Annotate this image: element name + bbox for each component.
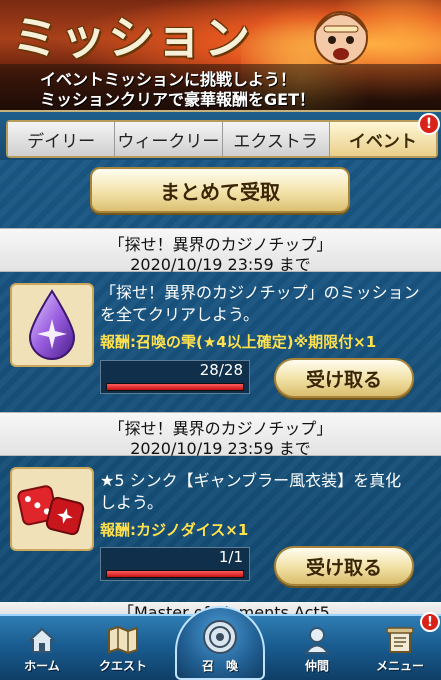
mission-tabs: デイリー ウィークリー エクストラ イベント xyxy=(6,120,438,158)
page-title: ミッション xyxy=(12,11,252,65)
mission-reward: 報酬:カジノダイス×1 xyxy=(100,521,249,539)
ally-icon xyxy=(300,625,334,655)
subtitle-line-2: ミッションクリアで豪華報酬をGET！ xyxy=(40,90,315,109)
summon-drop-icon xyxy=(28,289,76,360)
progress-box: 28/28 xyxy=(100,360,250,394)
nav-summon-label: 召 喚 xyxy=(201,659,238,673)
bulk-receive-button[interactable]: まとめて受取 xyxy=(90,167,350,213)
tab-weekly[interactable]: ウィークリー xyxy=(115,122,223,156)
progress-fill xyxy=(107,571,243,577)
nav-home-label: ホーム xyxy=(24,659,60,673)
mission-reward: 報酬:召喚の雫(★4以上確定)※期限付×1 xyxy=(100,333,377,351)
summon-emblem-icon xyxy=(200,619,240,655)
mission-description-line-2: を全てクリアしよう。 xyxy=(100,305,260,324)
nav-summon[interactable]: 召 喚 xyxy=(185,620,255,678)
nav-quest-label: クエスト xyxy=(98,659,147,673)
progress-text: 28/28 xyxy=(199,361,243,379)
home-icon xyxy=(25,625,59,655)
nav-allies-label: 仲間 xyxy=(304,659,329,673)
progress-fill xyxy=(107,384,243,390)
progress-track xyxy=(106,383,244,391)
progress-box: 1/1 xyxy=(100,547,250,581)
mission-deadline: 2020/10/19 23:59 まで xyxy=(130,439,311,458)
mission-description-line-1: ★5 シンク【ギャンブラー風衣装】を真化 xyxy=(100,471,402,490)
receive-button[interactable]: 受け取る xyxy=(274,358,414,398)
mission-header: 「探せ！異界のカジノチップ」 2020/10/19 23:59 まで xyxy=(0,228,441,274)
nav-menu-label: メニュー xyxy=(375,659,424,673)
tab-notification-badge: ! xyxy=(418,113,440,135)
nav-allies[interactable]: 仲間 xyxy=(282,620,352,678)
mission-header-banner: ミッション イベントミッションに挑戦しよう！ ミッションクリアで豪華報酬をGET… xyxy=(0,0,441,110)
mission-header: 「探せ！異界のカジノチップ」 2020/10/19 23:59 まで xyxy=(0,412,441,458)
progress-track xyxy=(106,570,244,578)
tab-daily[interactable]: デイリー xyxy=(8,122,116,156)
casino-dice-icon xyxy=(17,485,85,536)
mission-description-line-2: しよう。 xyxy=(100,493,164,512)
nav-quest[interactable]: クエスト xyxy=(88,620,158,678)
receive-button[interactable]: 受け取る xyxy=(274,546,414,586)
tab-extra[interactable]: エクストラ xyxy=(222,122,330,156)
nav-home[interactable]: ホーム xyxy=(10,620,74,678)
mascot-character-icon xyxy=(314,11,368,65)
mission-description-line-1: 「探せ！異界のカジノチップ」のミッション xyxy=(100,283,420,302)
reward-icon-frame xyxy=(10,283,94,367)
reward-icon-frame xyxy=(10,467,94,551)
menu-notification-badge: ! xyxy=(420,612,440,632)
progress-text: 1/1 xyxy=(218,548,243,566)
quest-map-icon xyxy=(106,625,140,655)
menu-scroll-icon xyxy=(383,625,417,655)
mission-deadline: 2020/10/19 23:59 まで xyxy=(130,255,311,274)
